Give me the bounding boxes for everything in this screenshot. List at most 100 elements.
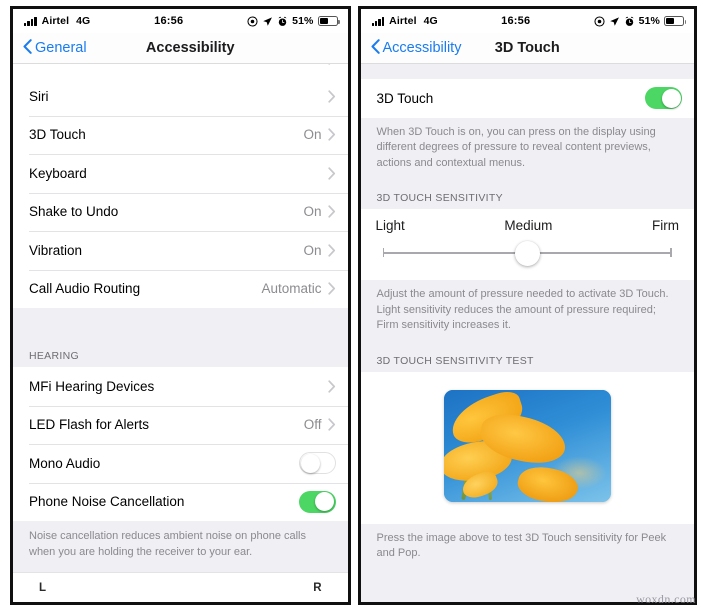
row-label: 3D Touch — [29, 127, 86, 143]
status-bar-left-group: Airtel 4G — [371, 15, 438, 27]
signal-bars-icon — [371, 16, 385, 26]
do-not-disturb-icon — [594, 15, 605, 27]
carrier-label: Airtel — [41, 15, 70, 27]
sensitivity-test-area — [360, 371, 694, 524]
toggle-3d-touch[interactable] — [645, 87, 682, 110]
battery-percent-label: 51% — [638, 15, 660, 27]
back-button-accessibility[interactable]: Accessibility — [370, 38, 462, 58]
row-shake-to-undo[interactable]: Shake to Undo On — [13, 192, 348, 231]
balance-label-left: L — [39, 581, 47, 594]
chevron-left-icon — [370, 38, 380, 58]
left-phone-accessibility-screen: Airtel 4G 16:56 51% General Accessibilit… — [10, 6, 351, 605]
status-bar-right-group: 51% — [594, 15, 687, 27]
nav-bar-left: General Accessibility — [13, 33, 348, 64]
status-bar-right: Airtel 4G 16:56 51% — [360, 9, 694, 33]
slider-labels: Light Medium Firm — [375, 218, 681, 233]
row-home-button-clipped[interactable]: Home Button — [13, 64, 348, 77]
row-3d-touch-toggle[interactable]: 3D Touch — [360, 79, 694, 118]
right-phone-3d-touch-screen: Airtel 4G 16:56 51% Accessibility 3D Tou… — [357, 6, 697, 605]
slider-tick-left — [382, 248, 385, 257]
row-label: MFi Hearing Devices — [29, 378, 155, 394]
hearing-settings-group: MFi Hearing Devices LED Flash for Alerts… — [13, 367, 348, 521]
row-value: Automatic — [261, 281, 322, 297]
row-keyboard[interactable]: Keyboard — [13, 154, 348, 193]
footer-note-noise-cancellation: Noise cancellation reduces ambient noise… — [13, 521, 348, 570]
battery-percent-label: 51% — [292, 15, 314, 27]
do-not-disturb-icon — [247, 15, 258, 27]
test-photo-poppy-flowers[interactable] — [443, 389, 611, 502]
row-value: On — [303, 204, 322, 220]
row-siri[interactable]: Siri — [13, 77, 348, 116]
battery-icon — [664, 16, 687, 26]
row-mono-audio[interactable]: Mono Audio — [13, 444, 348, 483]
description-3d-touch: When 3D Touch is on, you can press on th… — [360, 117, 694, 183]
network-type-label: 4G — [423, 15, 438, 27]
row-vibration[interactable]: Vibration On — [13, 231, 348, 270]
general-settings-group: Home Button Siri 3D Touch On Keyboard — [13, 64, 348, 308]
chevron-right-icon — [327, 205, 335, 218]
section-header-hearing: HEARING — [13, 341, 348, 367]
row-label: Home Button — [29, 64, 328, 66]
3d-touch-settings-list[interactable]: 3D Touch When 3D Touch is on, you can pr… — [360, 64, 694, 602]
note-sensitivity: Adjust the amount of pressure needed to … — [360, 280, 694, 346]
row-label: Keyboard — [29, 165, 87, 181]
chevron-right-icon — [327, 244, 335, 257]
chevron-left-icon — [23, 38, 32, 58]
status-bar-clock: 16:56 — [154, 15, 184, 27]
note-test-instructions: Press the image above to test 3D Touch s… — [360, 523, 694, 574]
nav-bar-right: Accessibility 3D Touch — [360, 33, 694, 64]
row-mfi-hearing-devices[interactable]: MFi Hearing Devices — [13, 367, 348, 406]
sensitivity-slider-group: Light Medium Firm — [360, 209, 694, 280]
slider-tick-right — [670, 248, 672, 257]
slider-thumb[interactable] — [514, 241, 540, 266]
3d-touch-toggle-group: 3D Touch — [360, 79, 694, 118]
alarm-clock-icon — [277, 16, 288, 27]
row-label: Mono Audio — [29, 455, 101, 471]
toggle-phone-noise-cancellation[interactable] — [298, 490, 336, 513]
row-label: Shake to Undo — [29, 204, 119, 220]
status-bar-left: Airtel 4G 16:56 51% — [13, 9, 348, 33]
audio-balance-bar[interactable]: L R — [13, 572, 348, 602]
chevron-right-icon — [327, 128, 335, 141]
row-call-audio-routing[interactable]: Call Audio Routing Automatic — [13, 269, 348, 308]
section-header-sensitivity-test: 3D TOUCH SENSITIVITY TEST — [360, 345, 694, 372]
back-button-label: Accessibility — [382, 40, 462, 56]
status-bar-left-group: Airtel 4G — [24, 15, 90, 27]
row-phone-noise-cancellation[interactable]: Phone Noise Cancellation — [13, 482, 348, 521]
row-label: Call Audio Routing — [29, 281, 141, 297]
location-arrow-icon — [609, 16, 620, 27]
section-header-sensitivity: 3D TOUCH SENSITIVITY — [360, 183, 694, 209]
site-watermark: woxdn.com — [636, 592, 696, 606]
chevron-right-icon — [327, 380, 335, 393]
network-type-label: 4G — [76, 15, 91, 27]
sensitivity-slider[interactable] — [375, 240, 681, 266]
row-3d-touch[interactable]: 3D Touch On — [13, 115, 348, 154]
row-value: Off — [303, 417, 322, 433]
row-value: On — [303, 127, 322, 143]
row-label: Vibration — [29, 242, 83, 258]
back-button-label: General — [35, 40, 87, 56]
location-arrow-icon — [262, 16, 273, 27]
row-label: LED Flash for Alerts — [29, 417, 150, 433]
status-bar-right-group: 51% — [247, 15, 340, 27]
row-value: On — [303, 242, 322, 258]
toggle-mono-audio[interactable] — [298, 452, 336, 475]
signal-bars-icon — [24, 16, 37, 26]
chevron-right-icon — [327, 167, 335, 180]
row-label: Phone Noise Cancellation — [29, 494, 185, 510]
row-led-flash-for-alerts[interactable]: LED Flash for Alerts Off — [13, 405, 348, 444]
section-gap — [13, 308, 348, 341]
chevron-right-icon — [328, 64, 330, 65]
slider-label-medium: Medium — [504, 218, 553, 233]
slider-label-light: Light — [375, 218, 405, 233]
battery-icon — [317, 16, 340, 26]
accessibility-settings-list[interactable]: Home Button Siri 3D Touch On Keyboard — [13, 64, 348, 572]
chevron-right-icon — [327, 282, 335, 295]
slider-label-firm: Firm — [651, 218, 679, 233]
row-label: Siri — [29, 88, 49, 104]
balance-label-right: R — [313, 581, 322, 594]
screenshot-stage: Airtel 4G 16:56 51% General Accessibilit… — [0, 0, 701, 609]
alarm-clock-icon — [624, 16, 635, 27]
back-button-general[interactable]: General — [23, 38, 87, 58]
chevron-right-icon — [327, 90, 335, 103]
